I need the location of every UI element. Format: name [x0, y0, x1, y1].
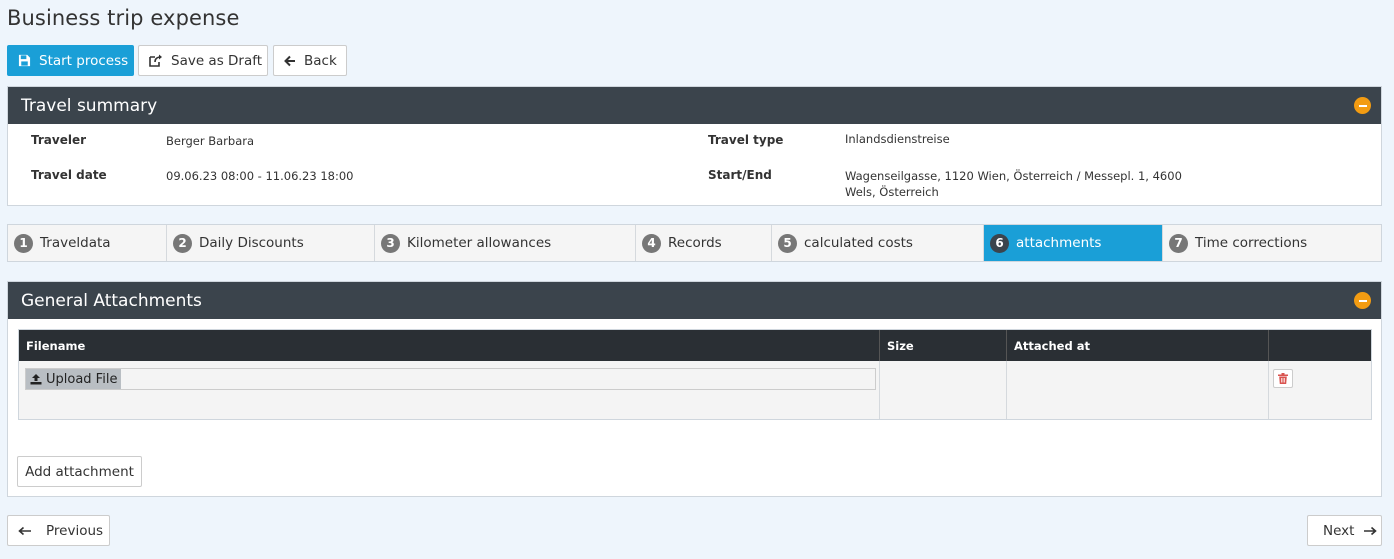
tab-label: Traveldata	[40, 235, 111, 251]
arrow-left-icon	[284, 54, 296, 68]
tab-label: Kilometer allowances	[407, 235, 552, 251]
tab-number: 2	[173, 233, 192, 253]
travel-type-label: Travel type	[708, 133, 784, 147]
tab-calculated-costs[interactable]: 5 calculated costs	[772, 225, 984, 261]
travel-type-value: Inlandsdienstreise	[845, 132, 950, 146]
start-process-label: Start process	[39, 52, 129, 69]
general-attachments-title: General Attachments	[21, 290, 202, 311]
column-attached-at: Attached at	[1007, 330, 1269, 361]
tab-records[interactable]: 4 Records	[636, 225, 772, 261]
start-end-line-1: Wagenseilgasse, 1120 Wien, Österreich / …	[845, 169, 1182, 183]
trash-icon	[1278, 373, 1288, 384]
tab-daily-discounts[interactable]: 2 Daily Discounts	[167, 225, 375, 261]
tab-attachments[interactable]: 6 attachments	[984, 225, 1163, 261]
table-row: Upload File	[19, 361, 1371, 419]
tab-time-corrections[interactable]: 7 Time corrections	[1163, 225, 1381, 261]
general-attachments-panel: General Attachments Filename Size Attach…	[7, 281, 1382, 497]
tab-number: 7	[1169, 233, 1188, 253]
travel-date-value: 09.06.23 08:00 - 11.06.23 18:00	[166, 169, 354, 183]
column-filename: Filename	[19, 330, 880, 361]
tab-label: attachments	[1016, 235, 1102, 251]
traveler-value: Berger Barbara	[166, 134, 255, 148]
next-label: Next	[1323, 522, 1355, 539]
page-title: Business trip expense	[7, 6, 240, 30]
add-attachment-button[interactable]: Add attachment	[17, 456, 142, 487]
actions-cell	[1269, 361, 1371, 419]
previous-label: Previous	[46, 522, 104, 539]
next-button[interactable]: Next	[1307, 515, 1382, 546]
size-cell	[880, 361, 1007, 419]
upload-file-button[interactable]: Upload File	[26, 369, 122, 389]
tab-label: Time corrections	[1195, 235, 1308, 251]
upload-file-label: Upload File	[46, 371, 118, 387]
column-size: Size	[880, 330, 1007, 361]
upload-icon	[30, 373, 42, 385]
travel-summary-panel: Travel summary Traveler Berger Barbara T…	[7, 86, 1382, 206]
arrow-left-icon	[18, 524, 32, 538]
traveler-label: Traveler	[31, 133, 87, 147]
travel-summary-header: Travel summary	[8, 87, 1381, 124]
column-actions	[1269, 330, 1371, 361]
share-icon	[149, 54, 163, 68]
step-tabs: 1 Traveldata 2 Daily Discounts 3 Kilomet…	[7, 224, 1382, 262]
tab-label: Daily Discounts	[199, 235, 304, 251]
tab-number: 3	[381, 233, 400, 253]
filename-cell: Upload File	[19, 361, 880, 419]
back-label: Back	[304, 52, 337, 69]
tab-number: 4	[642, 233, 661, 253]
tab-number: 5	[778, 233, 797, 253]
delete-button[interactable]	[1273, 369, 1293, 388]
tab-kilometer-allowances[interactable]: 3 Kilometer allowances	[375, 225, 636, 261]
tab-traveldata[interactable]: 1 Traveldata	[8, 225, 167, 261]
travel-date-label: Travel date	[31, 168, 107, 182]
tab-label: calculated costs	[804, 235, 913, 251]
previous-button[interactable]: Previous	[7, 515, 110, 546]
collapse-icon[interactable]	[1354, 292, 1371, 309]
start-process-button[interactable]: Start process	[7, 45, 134, 76]
start-end-line-2: Wels, Österreich	[845, 185, 939, 199]
save-as-draft-button[interactable]: Save as Draft	[138, 45, 268, 76]
save-icon	[18, 54, 31, 68]
attached-at-cell	[1007, 361, 1269, 419]
arrow-right-icon	[1363, 524, 1378, 538]
back-button[interactable]: Back	[273, 45, 347, 76]
attachments-table: Filename Size Attached at Upload File	[18, 329, 1372, 420]
attachments-table-header: Filename Size Attached at	[19, 330, 1371, 361]
save-as-draft-label: Save as Draft	[171, 52, 263, 69]
travel-summary-title: Travel summary	[21, 95, 158, 116]
tab-number: 6	[990, 233, 1009, 253]
tab-label: Records	[668, 235, 722, 251]
start-end-label: Start/End	[708, 168, 772, 182]
general-attachments-header: General Attachments	[8, 282, 1381, 319]
tab-number: 1	[14, 233, 33, 253]
collapse-icon[interactable]	[1354, 97, 1371, 114]
file-upload-field[interactable]: Upload File	[25, 368, 876, 390]
